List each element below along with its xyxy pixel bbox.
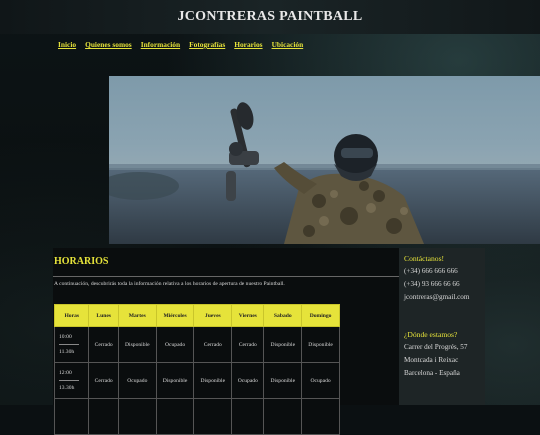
header-horas: Horas [53, 304, 90, 327]
table-cell [88, 398, 119, 435]
nav-horarios[interactable]: Horarios [234, 40, 262, 49]
table-row: 12:00 13.30h Cerrado Ocupado Disponible … [53, 362, 340, 399]
header-lunes: Lunes [88, 304, 119, 327]
contact-title: Contáctanos! [404, 254, 445, 263]
table-cell [263, 398, 303, 435]
time-cell [53, 398, 90, 435]
schedule-table: Horas Lunes Martes Miércoles Jueves Vier… [53, 304, 340, 435]
nav-fotografias[interactable]: Fotografías [189, 40, 225, 49]
nav-quienes-somos[interactable]: Quienes somos [85, 40, 132, 49]
header-domingo: Domingo [301, 304, 340, 327]
table-cell: Ocupado [155, 326, 195, 363]
time-cell: 10:00 11.30h [53, 326, 90, 363]
section-title: HORARIOS [54, 256, 109, 267]
paintball-player-illustration [109, 102, 540, 244]
table-row: 10:00 11.30h Cerrado Disponible Ocupado … [53, 326, 340, 363]
divider [53, 276, 399, 277]
table-row [53, 398, 340, 435]
table-cell: Disponible [301, 326, 340, 363]
site-header: JCONTRERAS PAINTBALL [0, 0, 540, 34]
time-start: 10:00 [59, 334, 79, 345]
table-cell: Cerrado [193, 326, 233, 363]
nav-inicio[interactable]: Inicio [58, 40, 76, 49]
table-header-row: Horas Lunes Martes Miércoles Jueves Vier… [53, 304, 340, 327]
time-end: 11.30h [59, 349, 75, 355]
main-nav: Inicio Quienes somos Información Fotogra… [58, 40, 303, 49]
phone-2: (+34) 93 666 66 66 [404, 280, 460, 288]
time-start: 12:00 [59, 370, 79, 381]
table-cell: Disponible [263, 362, 303, 399]
table-cell: Disponible [263, 326, 303, 363]
intro-text: A continuación, descubrirás toda la info… [54, 281, 285, 287]
table-cell: Disponible [155, 362, 195, 399]
location-title: ¿Dónde estamos? [404, 330, 458, 339]
table-cell: Ocupado [231, 362, 265, 399]
nav-informacion[interactable]: Información [141, 40, 180, 49]
table-cell: Disponible [193, 362, 233, 399]
nav-ubicacion[interactable]: Ubicación [272, 40, 304, 49]
table-cell: Cerrado [88, 326, 119, 363]
time-end: 13.30h [59, 385, 75, 391]
address-line-2: Montcada i Reixac [404, 356, 459, 364]
table-cell: Ocupado [301, 362, 340, 399]
hero-image [109, 76, 540, 244]
email: jcontreras@gmail.com [404, 293, 470, 301]
site-title: JCONTRERAS PAINTBALL [177, 9, 363, 24]
header-sabado: Sabado [263, 304, 303, 327]
table-cell [193, 398, 233, 435]
header-martes: Martes [117, 304, 157, 327]
address-line-3: Barcelona - España [404, 369, 460, 377]
table-cell [231, 398, 265, 435]
address-line-1: Carrer del Progrés, 57 [404, 343, 468, 351]
header-miercoles: Miércoles [155, 304, 195, 327]
header-jueves: Jueves [193, 304, 233, 327]
header-viernes: Viernes [231, 304, 265, 327]
table-cell: Disponible [117, 326, 157, 363]
table-cell [155, 398, 195, 435]
table-cell [301, 398, 340, 435]
time-cell: 12:00 13.30h [53, 362, 90, 399]
table-cell: Ocupado [117, 362, 157, 399]
phone-1: (+34) 666 666 666 [404, 267, 458, 275]
table-cell [117, 398, 157, 435]
table-cell: Cerrado [88, 362, 119, 399]
table-cell: Cerrado [231, 326, 265, 363]
